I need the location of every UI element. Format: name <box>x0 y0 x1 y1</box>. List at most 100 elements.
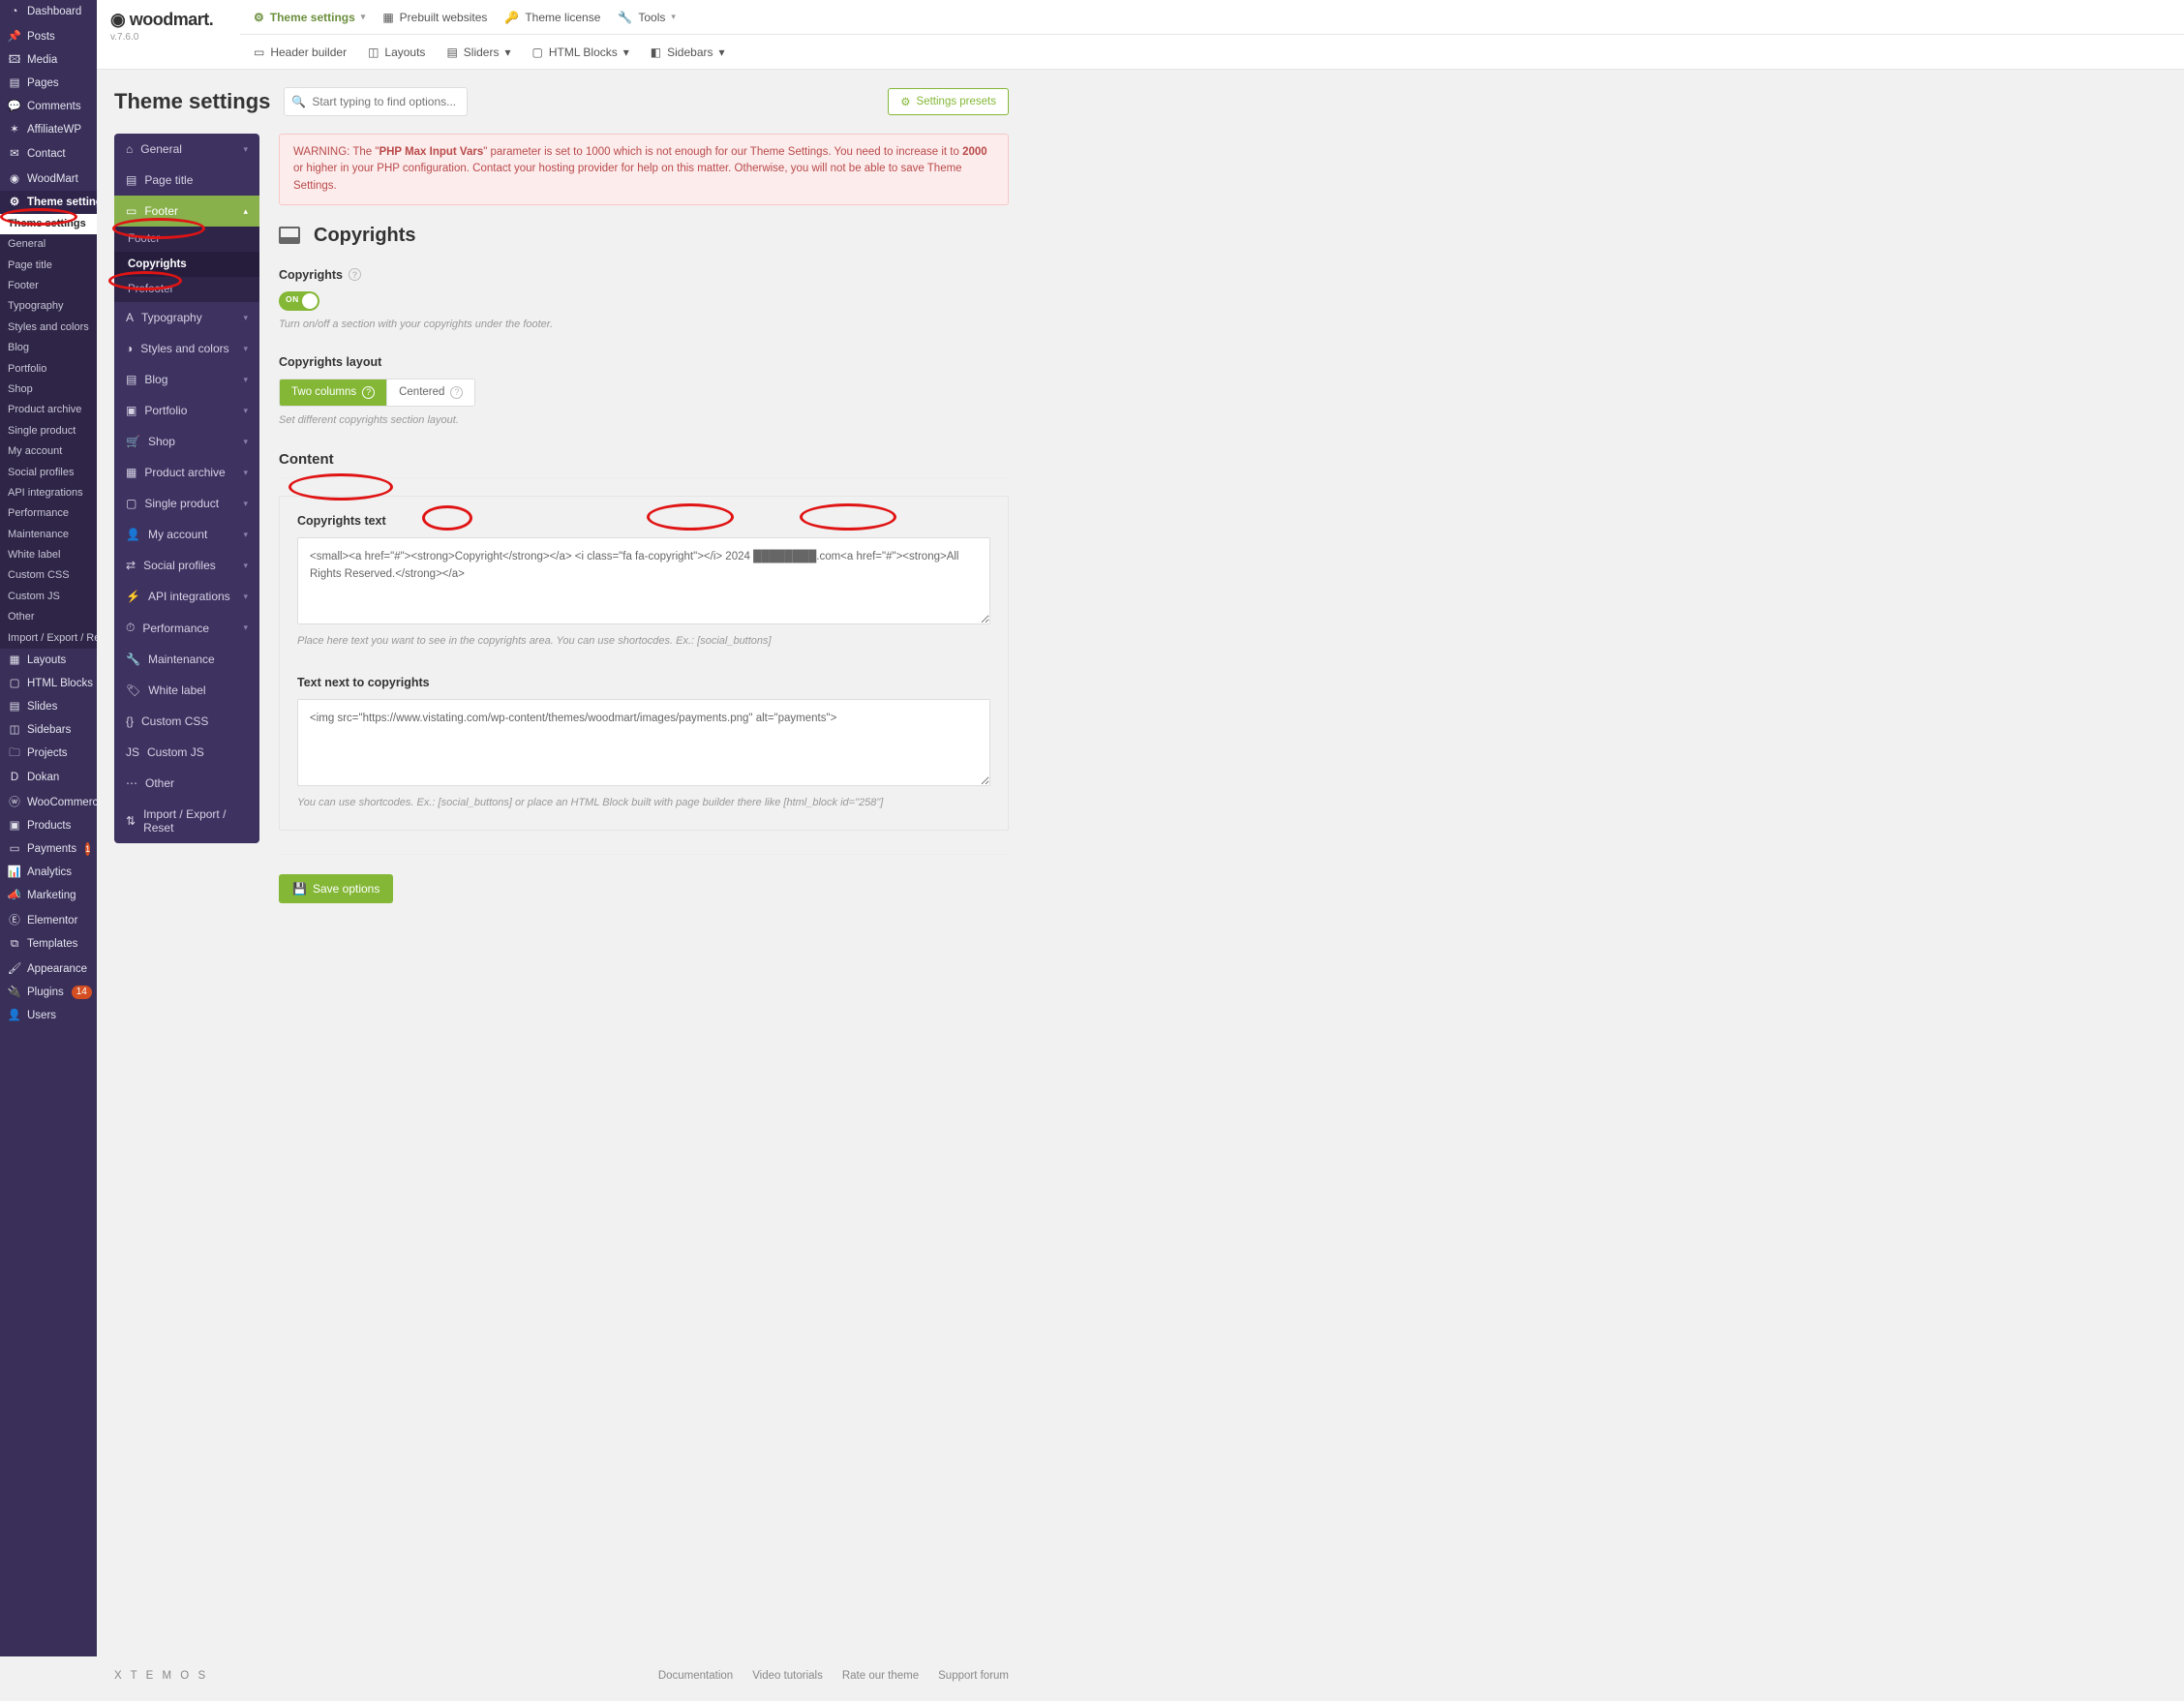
snav-maintenance[interactable]: 🔧Maintenance <box>114 644 259 675</box>
snav-import[interactable]: ⇅Import / Export / Reset <box>114 799 259 843</box>
snav-blog[interactable]: ▤Blog▾ <box>114 364 259 395</box>
footer-link-support[interactable]: Support forum <box>938 1670 1009 1682</box>
sidebar-item-posts[interactable]: 📌Posts <box>0 25 97 48</box>
sidebar-item-pages[interactable]: ▤Pages <box>0 72 97 95</box>
help-icon[interactable]: ? <box>349 268 361 281</box>
sidebar-item-dokan[interactable]: DDokan <box>0 766 97 789</box>
layout-two-columns[interactable]: Two columns? <box>280 380 386 406</box>
tb-tools[interactable]: 🔧Tools▾ <box>618 11 676 24</box>
chevron-down-icon: ▾ <box>623 46 629 59</box>
sidebar-item-affiliatewp[interactable]: ✶AffiliateWP <box>0 118 97 141</box>
sidebar-item-plugins[interactable]: 🔌Plugins14 <box>0 981 97 1004</box>
sidebar-item-payments[interactable]: ▭Payments1 <box>0 837 97 861</box>
tb-prebuilt[interactable]: ▦Prebuilt websites <box>382 11 487 24</box>
help-icon[interactable]: ? <box>450 386 463 399</box>
tb2-header-builder[interactable]: ▭Header builder <box>254 46 347 59</box>
sidebar-item-theme-settings[interactable]: ⚙Theme settings <box>0 191 97 214</box>
snav-single-product[interactable]: ▢Single product▾ <box>114 488 259 519</box>
sub-typography[interactable]: Typography <box>0 296 97 317</box>
sidebar-item-woodmart[interactable]: ◉WoodMart <box>0 167 97 191</box>
sub-single-product[interactable]: Single product <box>0 421 97 441</box>
sidebar-item-slides[interactable]: ▤Slides <box>0 695 97 718</box>
sub-maintenance[interactable]: Maintenance <box>0 525 97 545</box>
sidebar-item-media[interactable]: 🖾Media <box>0 48 97 72</box>
sidebar-item-comments[interactable]: 💬Comments <box>0 95 97 118</box>
footer-link-rate[interactable]: Rate our theme <box>842 1670 919 1682</box>
sidebar-item-appearance[interactable]: 🖌Appearance <box>0 957 97 981</box>
sub-white-label[interactable]: White label <box>0 545 97 565</box>
sub-custom-css[interactable]: Custom CSS <box>0 565 97 586</box>
snav-performance[interactable]: ⏱Performance▾ <box>114 612 259 644</box>
sidebar-item-templates[interactable]: ⧉Templates <box>0 932 97 956</box>
copyrights-text-textarea[interactable]: <small><a href="#"><strong>Copyright</st… <box>297 537 990 624</box>
sidebar-item-users[interactable]: 👤Users <box>0 1004 97 1027</box>
sidebar-item-dashboard[interactable]: ◔Dashboard <box>0 0 97 23</box>
snav-footer-copyrights[interactable]: Copyrights <box>114 252 259 277</box>
sidebar-item-layouts[interactable]: ▦Layouts <box>0 649 97 672</box>
snav-other[interactable]: ⋯Other <box>114 768 259 799</box>
sub-other[interactable]: Other <box>0 607 97 627</box>
save-options-button[interactable]: 💾Save options <box>279 874 393 903</box>
sub-performance[interactable]: Performance <box>0 503 97 524</box>
sub-product-archive[interactable]: Product archive <box>0 400 97 420</box>
footer-link-docs[interactable]: Documentation <box>658 1670 733 1682</box>
payments-badge: 1 <box>85 842 90 856</box>
sub-portfolio[interactable]: Portfolio <box>0 359 97 380</box>
sidebar-item-products[interactable]: ▣Products <box>0 814 97 837</box>
tb2-layouts[interactable]: ◫Layouts <box>368 46 425 59</box>
snav-page-title[interactable]: ▤Page title <box>114 165 259 196</box>
snav-product-archive[interactable]: ▦Product archive▾ <box>114 457 259 488</box>
tb-license[interactable]: 🔑Theme license <box>504 11 600 24</box>
sub-styles-colors[interactable]: Styles and colors <box>0 318 97 338</box>
sub-footer[interactable]: Footer <box>0 276 97 296</box>
copyrights-toggle[interactable]: ON <box>279 291 319 311</box>
tb2-sliders[interactable]: ▤Sliders▾ <box>446 46 510 59</box>
snav-shop[interactable]: 🛒Shop▾ <box>114 426 259 457</box>
tb2-sidebars[interactable]: ◧Sidebars▾ <box>651 46 725 59</box>
layout-centered[interactable]: Centered? <box>386 380 474 406</box>
text-next-textarea[interactable]: <img src="https://www.vistating.com/wp-c… <box>297 699 990 786</box>
sidebar-item-projects[interactable]: 🗀Projects <box>0 742 97 765</box>
sub-social-profiles[interactable]: Social profiles <box>0 463 97 483</box>
snav-footer-footer[interactable]: Footer <box>114 227 259 252</box>
snav-footer-prefooter[interactable]: Prefooter <box>114 277 259 302</box>
sub-page-title[interactable]: Page title <box>0 256 97 276</box>
sub-custom-js[interactable]: Custom JS <box>0 587 97 607</box>
footer-icon: ▭ <box>126 204 136 218</box>
snav-portfolio[interactable]: ▣Portfolio▾ <box>114 395 259 426</box>
copyrights-label: Copyrights? <box>279 268 1009 282</box>
sub-theme-settings[interactable]: Theme settings <box>0 214 97 234</box>
settings-presets-button[interactable]: ⚙Settings presets <box>888 88 1009 115</box>
snav-footer[interactable]: ▭Footer▴ <box>114 196 259 227</box>
snav-social[interactable]: ⇄Social profiles▾ <box>114 550 259 581</box>
help-icon[interactable]: ? <box>362 386 375 399</box>
footer-link-videos[interactable]: Video tutorials <box>752 1670 823 1682</box>
snav-styles[interactable]: ◑Styles and colors▾ <box>114 333 259 364</box>
sidebar-item-elementor[interactable]: ⒺElementor <box>0 909 97 932</box>
snav-custom-js[interactable]: JSCustom JS <box>114 737 259 768</box>
snav-general[interactable]: ⌂General▾ <box>114 134 259 165</box>
snav-custom-css[interactable]: {}Custom CSS <box>114 706 259 737</box>
sidebar-item-html-blocks[interactable]: ▢HTML Blocks <box>0 672 97 695</box>
sub-api-integrations[interactable]: API integrations <box>0 483 97 503</box>
sub-blog[interactable]: Blog <box>0 338 97 358</box>
tb-theme-settings[interactable]: ⚙Theme settings▾ <box>254 11 365 24</box>
sub-import-export[interactable]: Import / Export / Reset <box>0 628 97 649</box>
snav-api[interactable]: ⚡API integrations▾ <box>114 581 259 612</box>
grid-icon: ▦ <box>382 11 393 24</box>
sub-general[interactable]: General <box>0 234 97 255</box>
snav-white-label[interactable]: 🏷White label <box>114 675 259 706</box>
snav-my-account[interactable]: 👤My account▾ <box>114 519 259 550</box>
sidebar-item-sidebars[interactable]: ◫Sidebars <box>0 718 97 742</box>
snav-typography[interactable]: ATypography▾ <box>114 302 259 333</box>
sidebar-item-analytics[interactable]: 📊Analytics <box>0 861 97 884</box>
sub-my-account[interactable]: My account <box>0 441 97 462</box>
sub-shop[interactable]: Shop <box>0 380 97 400</box>
options-search-input[interactable] <box>284 87 468 116</box>
tb2-html-blocks[interactable]: ▢HTML Blocks▾ <box>532 46 629 59</box>
products-icon: ▣ <box>8 819 21 833</box>
chevron-down-icon: ▾ <box>361 12 366 22</box>
sidebar-item-marketing[interactable]: 📣Marketing <box>0 884 97 907</box>
sidebar-item-contact[interactable]: ✉Contact <box>0 142 97 166</box>
sidebar-item-woocommerce[interactable]: ⓦWooCommerce <box>0 791 97 814</box>
